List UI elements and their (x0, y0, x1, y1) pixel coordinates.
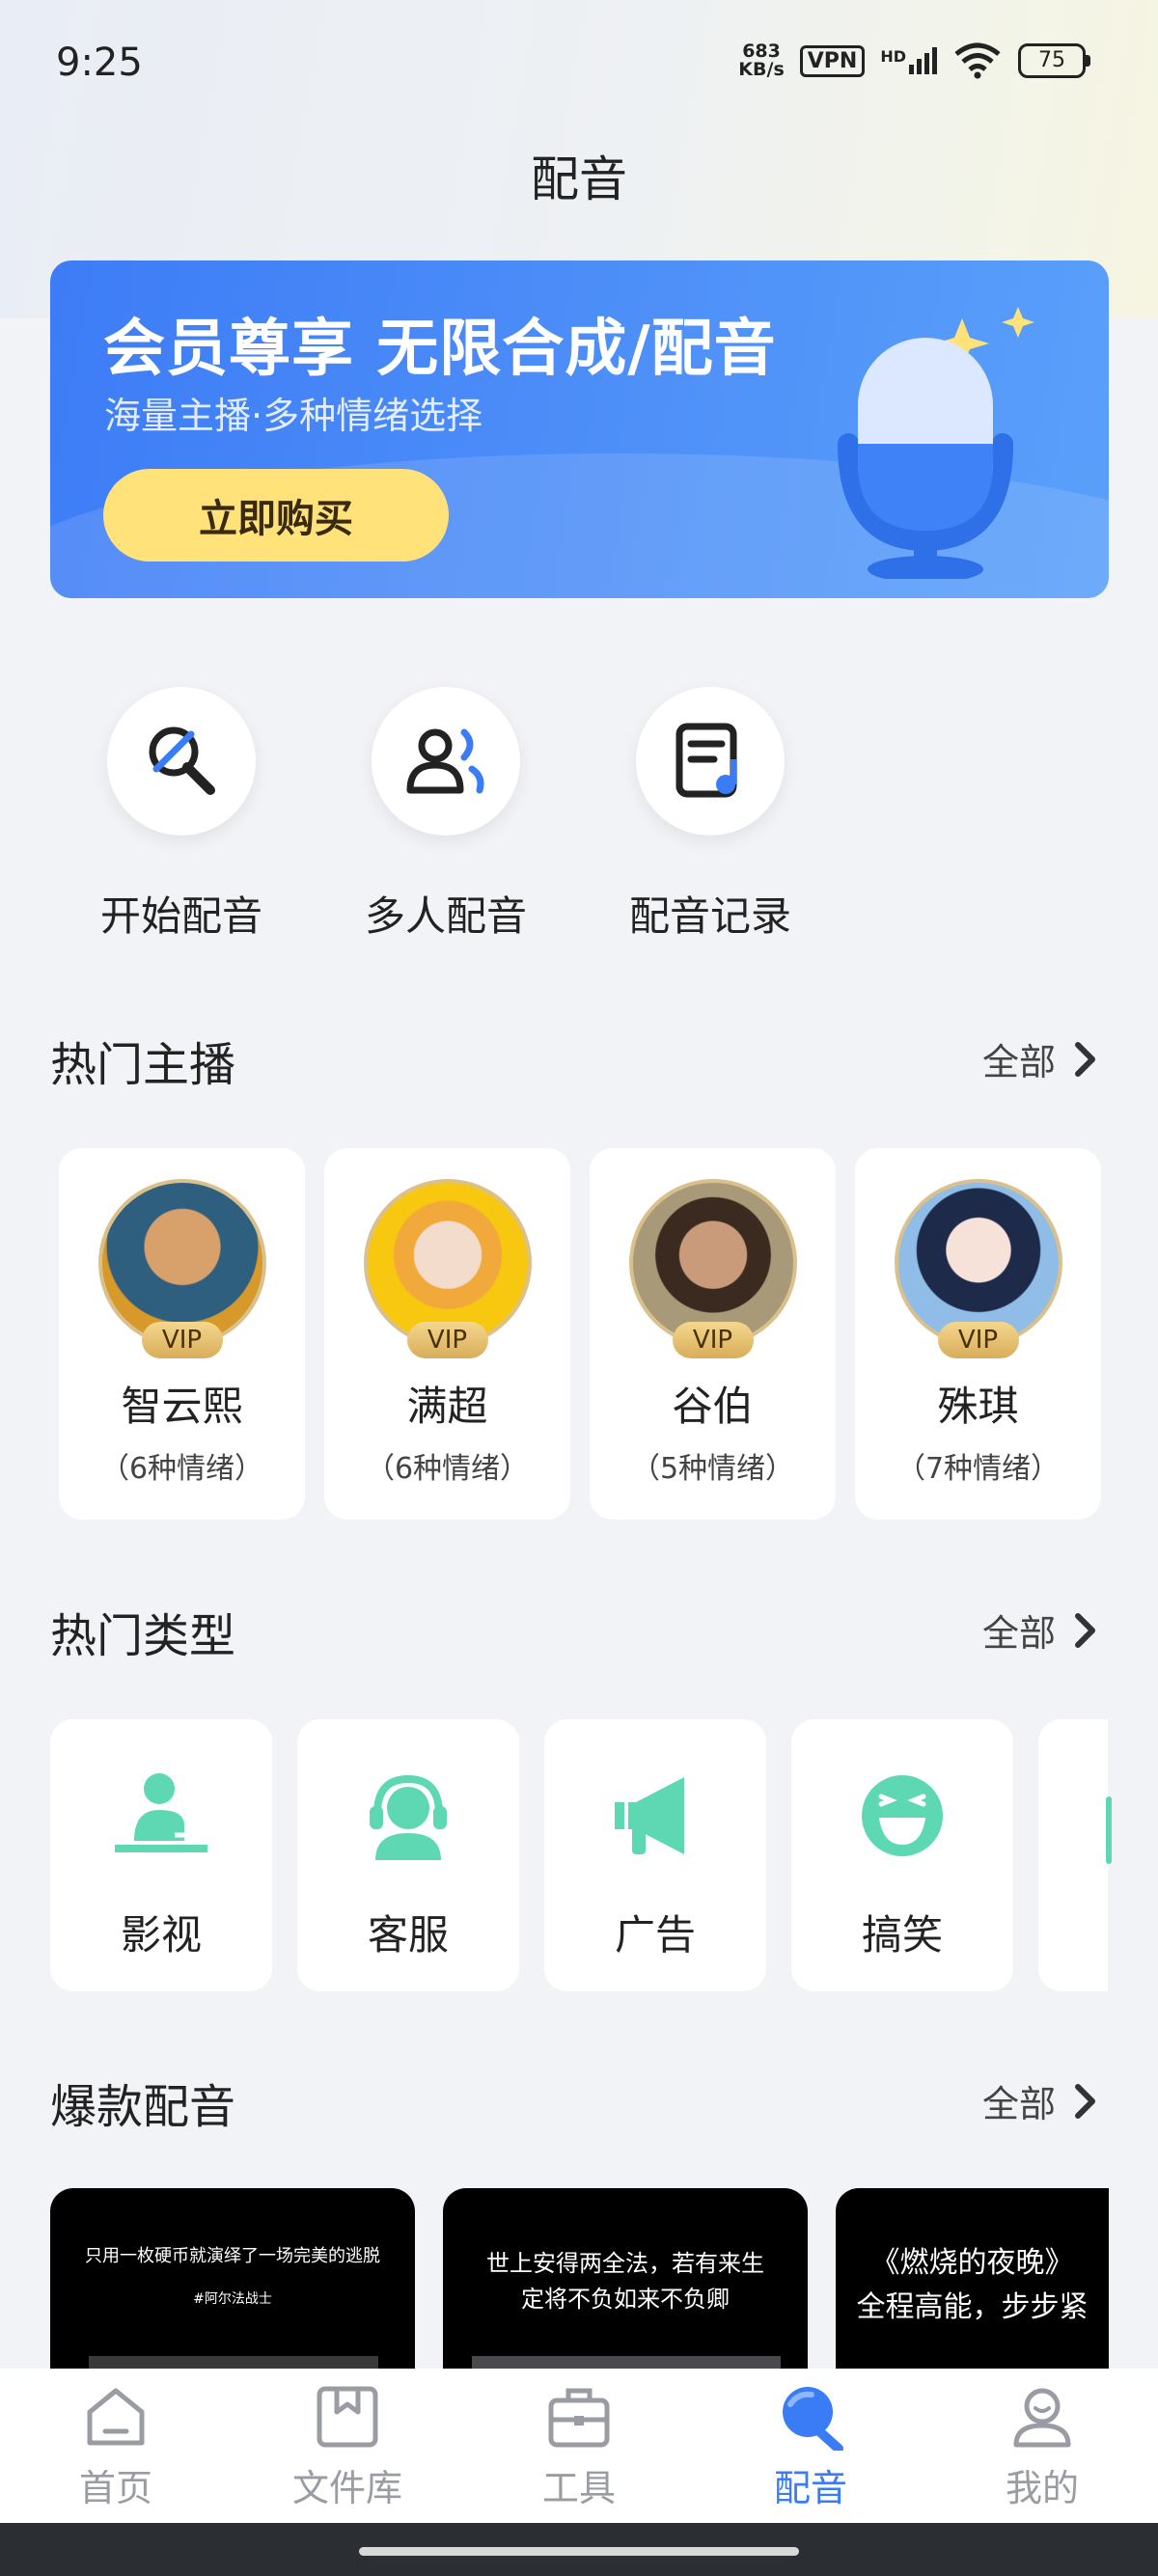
quick-action-dubbing-record[interactable]: 配音记录 (614, 687, 807, 943)
quick-action-label: 多人配音 (364, 892, 527, 940)
anchor-card[interactable]: VIP 殊琪 （7种情绪） (855, 1148, 1101, 1520)
banner-title: 会员尊享 无限合成/配音 (103, 314, 777, 385)
type-card-film[interactable]: 影视 (50, 1719, 272, 1991)
partial-type-icon (1106, 1796, 1112, 1864)
status-time: 9:25 (56, 41, 143, 85)
chevron-right-icon (1075, 1041, 1095, 1077)
file-library-icon (317, 2386, 378, 2448)
hot-card-line2: 定将不负如来不负卿 (521, 2286, 730, 2313)
anchor-name: 谷伯 (672, 1383, 754, 1430)
anchor-name: 满超 (406, 1383, 488, 1430)
see-all-anchors-link[interactable]: 全部 (982, 1032, 1098, 1085)
hot-card-line1: 世上安得两全法，若有来生 (486, 2250, 764, 2277)
chevron-right-icon (1075, 1612, 1095, 1648)
hot-card-line1: 只用一枚硬币就演绎了一场完美的逃脱 (85, 2246, 380, 2266)
dubbing-icon (783, 2387, 843, 2453)
see-all-types-link[interactable]: 全部 (982, 1603, 1098, 1657)
hot-dubbing-card[interactable]: 只用一枚硬币就演绎了一场完美的逃脱 #阿尔法战士 (50, 2188, 415, 2381)
microphone-illustration-icon (838, 307, 1034, 579)
nav-item-home[interactable]: 首页 (19, 2383, 212, 2511)
hot-card-line1: 《燃烧的夜晚》 (870, 2246, 1074, 2280)
anchor-emotions: （7种情绪） (896, 1452, 1061, 1486)
home-indicator[interactable] (359, 2547, 799, 2556)
nav-item-file-library[interactable]: 文件库 (251, 2383, 444, 2511)
film-presenter-icon (115, 1773, 207, 1852)
type-card-advertising[interactable]: 广告 (544, 1719, 766, 1991)
type-label: 广告 (614, 1911, 696, 1959)
type-label: 客服 (367, 1911, 449, 1959)
section-title-hot-types: 热门类型 (50, 1609, 236, 1663)
see-all-hot-link[interactable]: 全部 (982, 2074, 1098, 2127)
type-card-partial[interactable] (1038, 1719, 1112, 1991)
vip-badge: VIP (937, 1322, 1019, 1358)
microphone-icon (149, 726, 215, 795)
anchor-emotions: （6种情绪） (99, 1452, 264, 1486)
type-label: 搞笑 (861, 1911, 943, 1959)
vpn-badge: VPN (799, 44, 866, 77)
multi-user-icon (406, 728, 484, 794)
nav-item-dubbing[interactable]: 配音 (714, 2383, 907, 2511)
section-title-hot-dubbing: 爆款配音 (50, 2080, 236, 2134)
anchor-name: 殊琪 (937, 1383, 1019, 1430)
signal-icon: HD (880, 47, 937, 74)
hot-card-line2: #阿尔法战士 (193, 2291, 272, 2307)
vip-banner[interactable]: 会员尊享 无限合成/配音 海量主播·多种情绪选择 立即购买 (50, 260, 1109, 598)
vip-badge: VIP (406, 1322, 488, 1358)
anchor-card[interactable]: VIP 谷伯 （5种情绪） (590, 1148, 836, 1520)
type-card-funny[interactable]: 搞笑 (791, 1719, 1013, 1991)
network-speed: 683 KB/s (738, 41, 785, 80)
nav-item-profile[interactable]: 我的 (946, 2383, 1139, 2511)
profile-icon (1013, 2388, 1071, 2448)
anchor-name: 智云熙 (121, 1383, 243, 1430)
wifi-icon (954, 42, 1001, 79)
quick-action-label: 开始配音 (99, 892, 262, 940)
battery-icon: 75 (1018, 43, 1090, 78)
anchor-card[interactable]: VIP 智云熙 （6种情绪） (59, 1148, 305, 1520)
status-icons: 683 KB/s VPN HD 75 (738, 42, 1090, 79)
vip-badge: VIP (141, 1322, 223, 1358)
section-title-hot-anchors: 热门主播 (50, 1038, 236, 1092)
hot-card-line2: 全程高能，步步紧 (856, 2290, 1089, 2324)
hot-dubbing-card[interactable]: 世上安得两全法，若有来生 定将不负如来不负卿 (443, 2188, 808, 2381)
chevron-right-icon (1075, 2083, 1095, 2119)
toolbox-icon (548, 2388, 610, 2448)
record-list-icon (676, 723, 737, 798)
anchor-emotions: （5种情绪） (630, 1452, 795, 1486)
quick-action-label: 配音记录 (628, 892, 791, 940)
headset-icon (370, 1774, 447, 1860)
megaphone-icon (615, 1777, 684, 1854)
quick-action-multi-dubbing[interactable]: 多人配音 (349, 687, 542, 943)
type-label: 影视 (120, 1911, 202, 1959)
banner-subtitle: 海量主播·多种情绪选择 (104, 395, 483, 437)
anchor-emotions: （6种情绪） (365, 1452, 530, 1486)
laugh-face-icon (862, 1775, 943, 1856)
hot-dubbing-card[interactable]: 《燃烧的夜晚》 全程高能，步步紧 (836, 2188, 1109, 2381)
home-icon (87, 2388, 145, 2446)
nav-item-tools[interactable]: 工具 (482, 2383, 676, 2511)
anchor-card[interactable]: VIP 满超 （6种情绪） (324, 1148, 570, 1520)
type-card-customer-service[interactable]: 客服 (297, 1719, 519, 1991)
vip-badge: VIP (672, 1322, 754, 1358)
quick-action-start-dubbing[interactable]: 开始配音 (85, 687, 278, 943)
buy-now-button[interactable]: 立即购买 (103, 469, 449, 562)
page-title: 配音 (531, 151, 627, 207)
